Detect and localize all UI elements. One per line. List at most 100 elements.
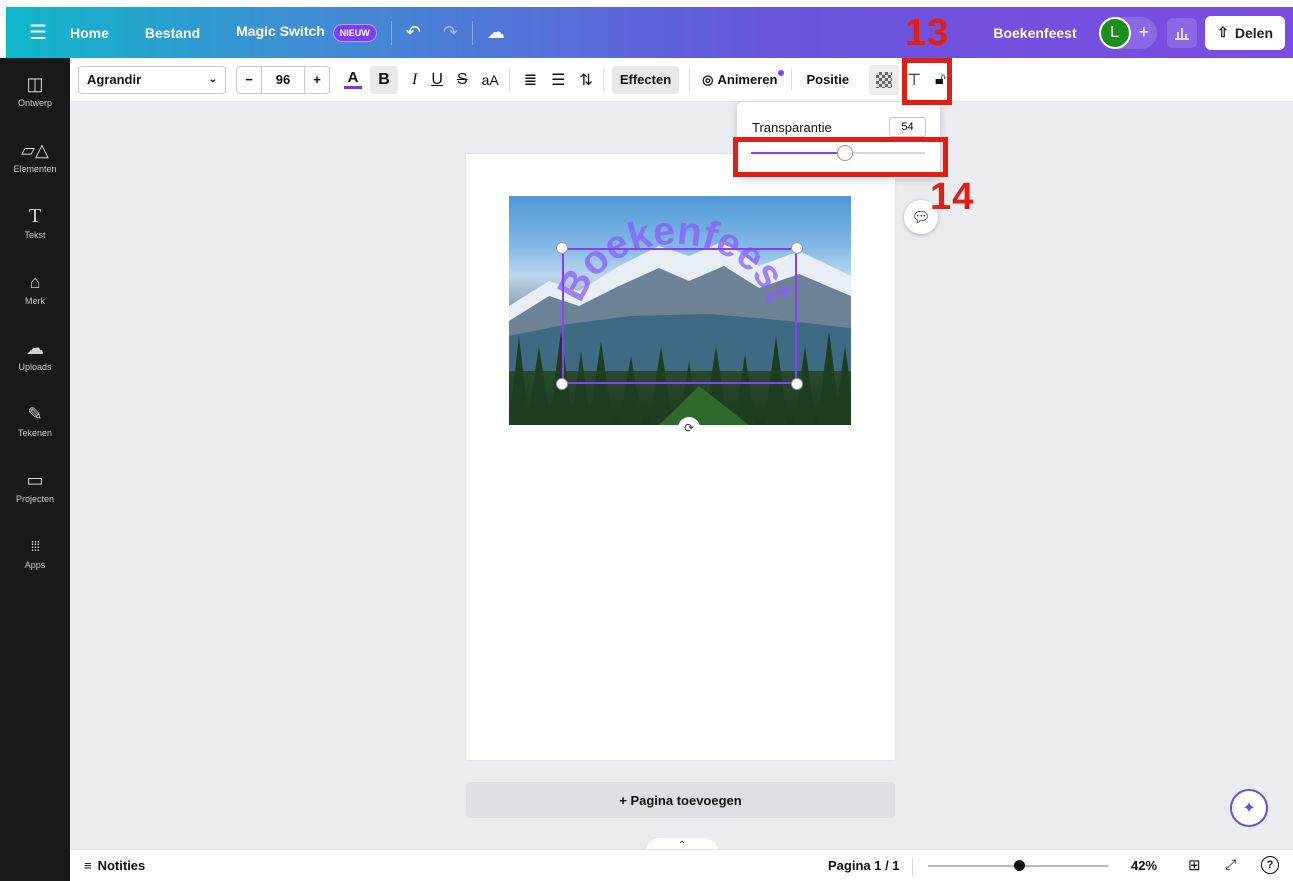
- sidebar-item-label: Merk: [25, 296, 45, 306]
- decrease-font-size-button[interactable]: −: [237, 67, 261, 93]
- undo-icon[interactable]: ↶: [406, 22, 421, 43]
- rotate-handle-icon[interactable]: ⟳: [678, 417, 700, 439]
- text-color-icon: A: [347, 69, 359, 86]
- add-page-button[interactable]: + Pagina toevoegen: [466, 782, 895, 818]
- notes-button[interactable]: ≡ Notities: [84, 858, 145, 873]
- share-button[interactable]: ⇧ Delen: [1205, 15, 1285, 50]
- effects-button[interactable]: Effecten: [611, 65, 680, 94]
- sidebar-item-label: Ontwerp: [17, 98, 52, 108]
- left-sidebar: ◫ Ontwerp ▱△ Elementen T Tekst ⌂ Merk ☁ …: [0, 58, 70, 881]
- sidebar-item-draw[interactable]: ✎ Tekenen: [0, 388, 70, 454]
- annotation-box-14: [733, 137, 948, 177]
- avatar[interactable]: L: [1098, 16, 1131, 49]
- sidebar-item-uploads[interactable]: ☁ Uploads: [0, 322, 70, 388]
- cloud-saved-icon[interactable]: ☁: [487, 22, 505, 43]
- font-size-stepper[interactable]: − 96 +: [236, 65, 330, 94]
- zoom-slider-knob[interactable]: [1014, 860, 1026, 871]
- divider: [471, 20, 473, 45]
- annotation-step-14: 14: [930, 176, 975, 218]
- brand-icon: ⌂: [29, 272, 41, 292]
- sidebar-item-label: Uploads: [18, 362, 52, 372]
- help-icon[interactable]: ?: [1261, 856, 1279, 874]
- divider: [508, 68, 510, 91]
- sidebar-item-projects[interactable]: ▭ Projecten: [0, 454, 70, 520]
- position-button[interactable]: Positie: [806, 72, 849, 87]
- divider: [912, 858, 913, 876]
- apps-grid-icon: ⁞⁞⁞: [30, 538, 41, 554]
- magic-switch-button[interactable]: Magic Switch NIEUW: [236, 23, 377, 42]
- add-collaborator-icon[interactable]: +: [1139, 22, 1150, 43]
- design-page[interactable]: Boekenfeest ⟳: [466, 154, 895, 760]
- share-icon: ⇧: [1217, 24, 1229, 40]
- font-size-input[interactable]: 96: [261, 66, 305, 93]
- magic-switch-label: Magic Switch: [236, 23, 325, 40]
- resize-handle[interactable]: [556, 378, 568, 390]
- divider: [602, 68, 604, 91]
- layout-icon: ◫: [26, 74, 44, 94]
- folder-icon: ▭: [26, 470, 44, 490]
- zoom-slider[interactable]: [928, 860, 1108, 871]
- zoom-level[interactable]: 42%: [1131, 858, 1157, 873]
- bold-icon[interactable]: B: [370, 65, 398, 94]
- increase-font-size-button[interactable]: +: [305, 67, 329, 93]
- bottom-bar: ≡ Notities Pagina 1 / 1 42% ⊞ ⤢ ?: [70, 849, 1293, 881]
- text-color-swatch: [344, 86, 362, 89]
- selection-box[interactable]: [562, 248, 797, 384]
- italic-icon[interactable]: I: [412, 71, 417, 89]
- notes-icon: ≡: [84, 858, 92, 873]
- animate-button[interactable]: ◎ Animeren: [702, 69, 785, 88]
- shapes-icon: ▱△: [21, 140, 49, 160]
- project-name[interactable]: Boekenfeest: [993, 25, 1076, 41]
- top-bar: ☰ Home Bestand Magic Switch NIEUW ↶ ↷ ☁ …: [6, 7, 1293, 58]
- text-toolbar: Agrandir ⌄ − 96 + A B I U S aA ≣ ☰ ⇅ Eff…: [70, 58, 1293, 102]
- strikethrough-icon[interactable]: S: [457, 71, 468, 89]
- align-center-icon[interactable]: ≣: [524, 70, 537, 90]
- divider: [791, 68, 793, 91]
- underline-icon[interactable]: U: [431, 71, 443, 89]
- draw-icon: ✎: [27, 404, 43, 424]
- resize-handle[interactable]: [791, 242, 803, 254]
- sidebar-item-design[interactable]: ◫ Ontwerp: [0, 58, 70, 124]
- font-family-value: Agrandir: [87, 72, 142, 87]
- page-indicator[interactable]: Pagina 1 / 1: [828, 858, 900, 873]
- resize-handle[interactable]: [791, 378, 803, 390]
- sidebar-item-brand[interactable]: ⌂ Merk: [0, 256, 70, 322]
- sidebar-item-apps[interactable]: ⁞⁞⁞ Apps: [0, 520, 70, 586]
- sidebar-item-label: Elementen: [13, 164, 57, 174]
- sidebar-item-elements[interactable]: ▱△ Elementen: [0, 124, 70, 190]
- new-indicator-dot: [778, 69, 785, 76]
- notes-label: Notities: [97, 858, 146, 873]
- sidebar-item-label: Projecten: [15, 494, 55, 504]
- transparency-checker-icon: [876, 71, 893, 88]
- resize-handle[interactable]: [556, 242, 568, 254]
- chevron-down-icon: ⌄: [208, 74, 217, 85]
- transparency-value-input[interactable]: 54: [889, 117, 926, 137]
- spacing-icon[interactable]: ⇅: [579, 70, 592, 90]
- list-icon[interactable]: ☰: [551, 70, 565, 90]
- insights-chart-icon[interactable]: [1167, 17, 1198, 48]
- sidebar-item-label: Tekenen: [17, 428, 53, 438]
- divider: [689, 68, 691, 91]
- redo-icon[interactable]: ↷: [443, 22, 458, 43]
- home-link[interactable]: Home: [70, 25, 109, 41]
- fullscreen-icon[interactable]: ⤢: [1225, 856, 1236, 873]
- letter-case-icon[interactable]: aA: [482, 72, 499, 88]
- text-color-button[interactable]: A: [344, 70, 362, 89]
- grid-view-icon[interactable]: ⊞: [1188, 856, 1201, 874]
- annotation-step-13: 13: [905, 12, 950, 54]
- sidebar-item-label: Tekst: [24, 230, 46, 240]
- animate-label: Animeren: [717, 72, 778, 87]
- share-label: Delen: [1234, 24, 1273, 41]
- font-family-dropdown[interactable]: Agrandir ⌄: [78, 65, 226, 94]
- new-badge: NIEUW: [332, 23, 377, 42]
- transparency-button[interactable]: [869, 64, 900, 95]
- file-menu[interactable]: Bestand: [145, 25, 200, 41]
- sidebar-item-text[interactable]: T Tekst: [0, 190, 70, 256]
- collaborators[interactable]: L +: [1098, 16, 1158, 49]
- divider: [390, 20, 392, 45]
- hamburger-menu-icon[interactable]: ☰: [6, 20, 70, 45]
- magic-assistant-icon[interactable]: ✦: [1230, 789, 1268, 827]
- text-icon: T: [28, 205, 42, 227]
- annotation-box-13: [902, 58, 952, 105]
- canvas-area: Boekenfeest ⟳ 💬︎ + Pagina toevoegen ⌃ ✦: [70, 102, 1293, 852]
